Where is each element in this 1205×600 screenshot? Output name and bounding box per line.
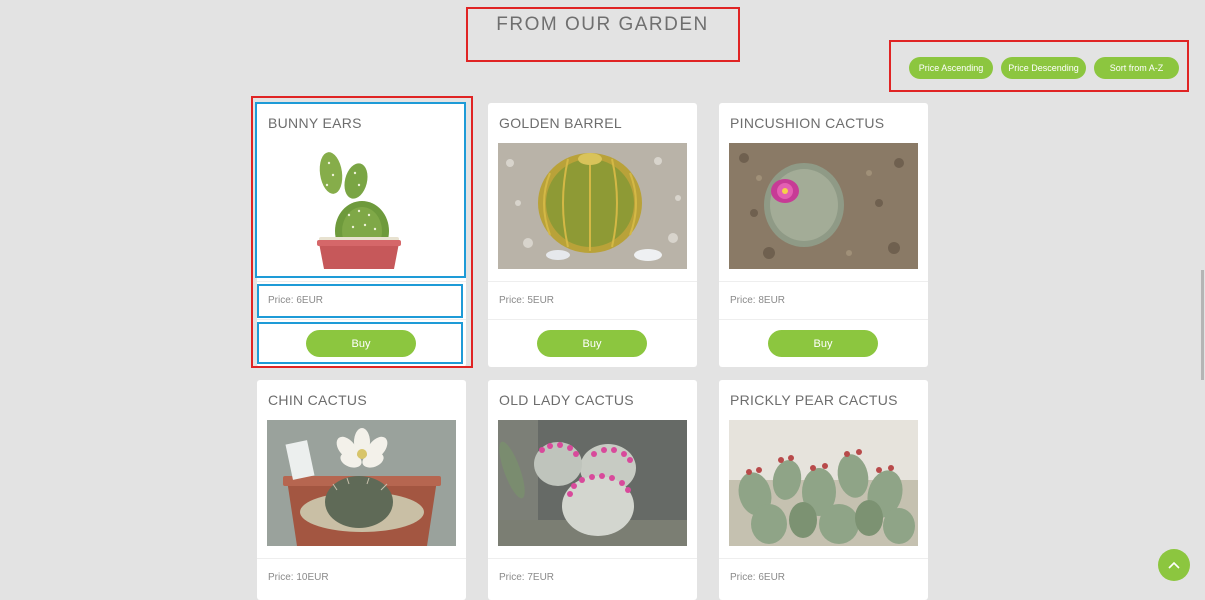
prickly-pear-cactus-photo [729, 420, 918, 546]
product-price: Price: 10EUR [268, 572, 329, 583]
card-divider [488, 558, 697, 559]
annotation-box-image [255, 102, 466, 278]
product-price: Price: 5EUR [499, 295, 555, 306]
product-name: OLD LADY CACTUS [499, 392, 634, 408]
product-card-pincushion-cactus: PINCUSHION CACTUS Price: 8EUR Buy [719, 103, 928, 367]
chevron-up-icon [1168, 561, 1180, 569]
product-card-golden-barrel: GOLDEN BARREL Price: 5EUR Buy [488, 103, 697, 367]
product-price: Price: 8EUR [730, 295, 786, 306]
annotation-box-price [257, 284, 463, 318]
scroll-to-top-button[interactable] [1158, 549, 1190, 581]
buy-button-golden-barrel[interactable]: Buy [537, 330, 647, 357]
annotation-box-buy [257, 322, 463, 364]
annotation-box-sort [889, 40, 1189, 92]
product-card-prickly-pear-cactus: PRICKLY PEAR CACTUS Price: 6EUR [719, 380, 928, 600]
buy-button-pincushion-cactus[interactable]: Buy [768, 330, 878, 357]
card-divider [719, 281, 928, 282]
product-price: Price: 7EUR [499, 572, 555, 583]
card-divider [257, 558, 466, 559]
product-name: PRICKLY PEAR CACTUS [730, 392, 898, 408]
annotation-box-title [466, 7, 740, 62]
product-name: GOLDEN BARREL [499, 115, 622, 131]
product-name: PINCUSHION CACTUS [730, 115, 885, 131]
product-name: CHIN CACTUS [268, 392, 367, 408]
golden-barrel-cactus-photo [498, 143, 687, 269]
card-divider [488, 281, 697, 282]
pincushion-cactus-photo [729, 143, 918, 269]
product-price: Price: 6EUR [730, 572, 786, 583]
scrollbar-thumb[interactable] [1201, 270, 1204, 380]
card-divider [488, 319, 697, 320]
old-lady-cactus-photo [498, 420, 687, 546]
chin-cactus-photo [267, 420, 456, 546]
card-divider [719, 319, 928, 320]
product-card-chin-cactus: CHIN CACTUS Price: 10EUR [257, 380, 466, 600]
product-card-old-lady-cactus: OLD LADY CACTUS Price: 7EUR [488, 380, 697, 600]
card-divider [719, 558, 928, 559]
